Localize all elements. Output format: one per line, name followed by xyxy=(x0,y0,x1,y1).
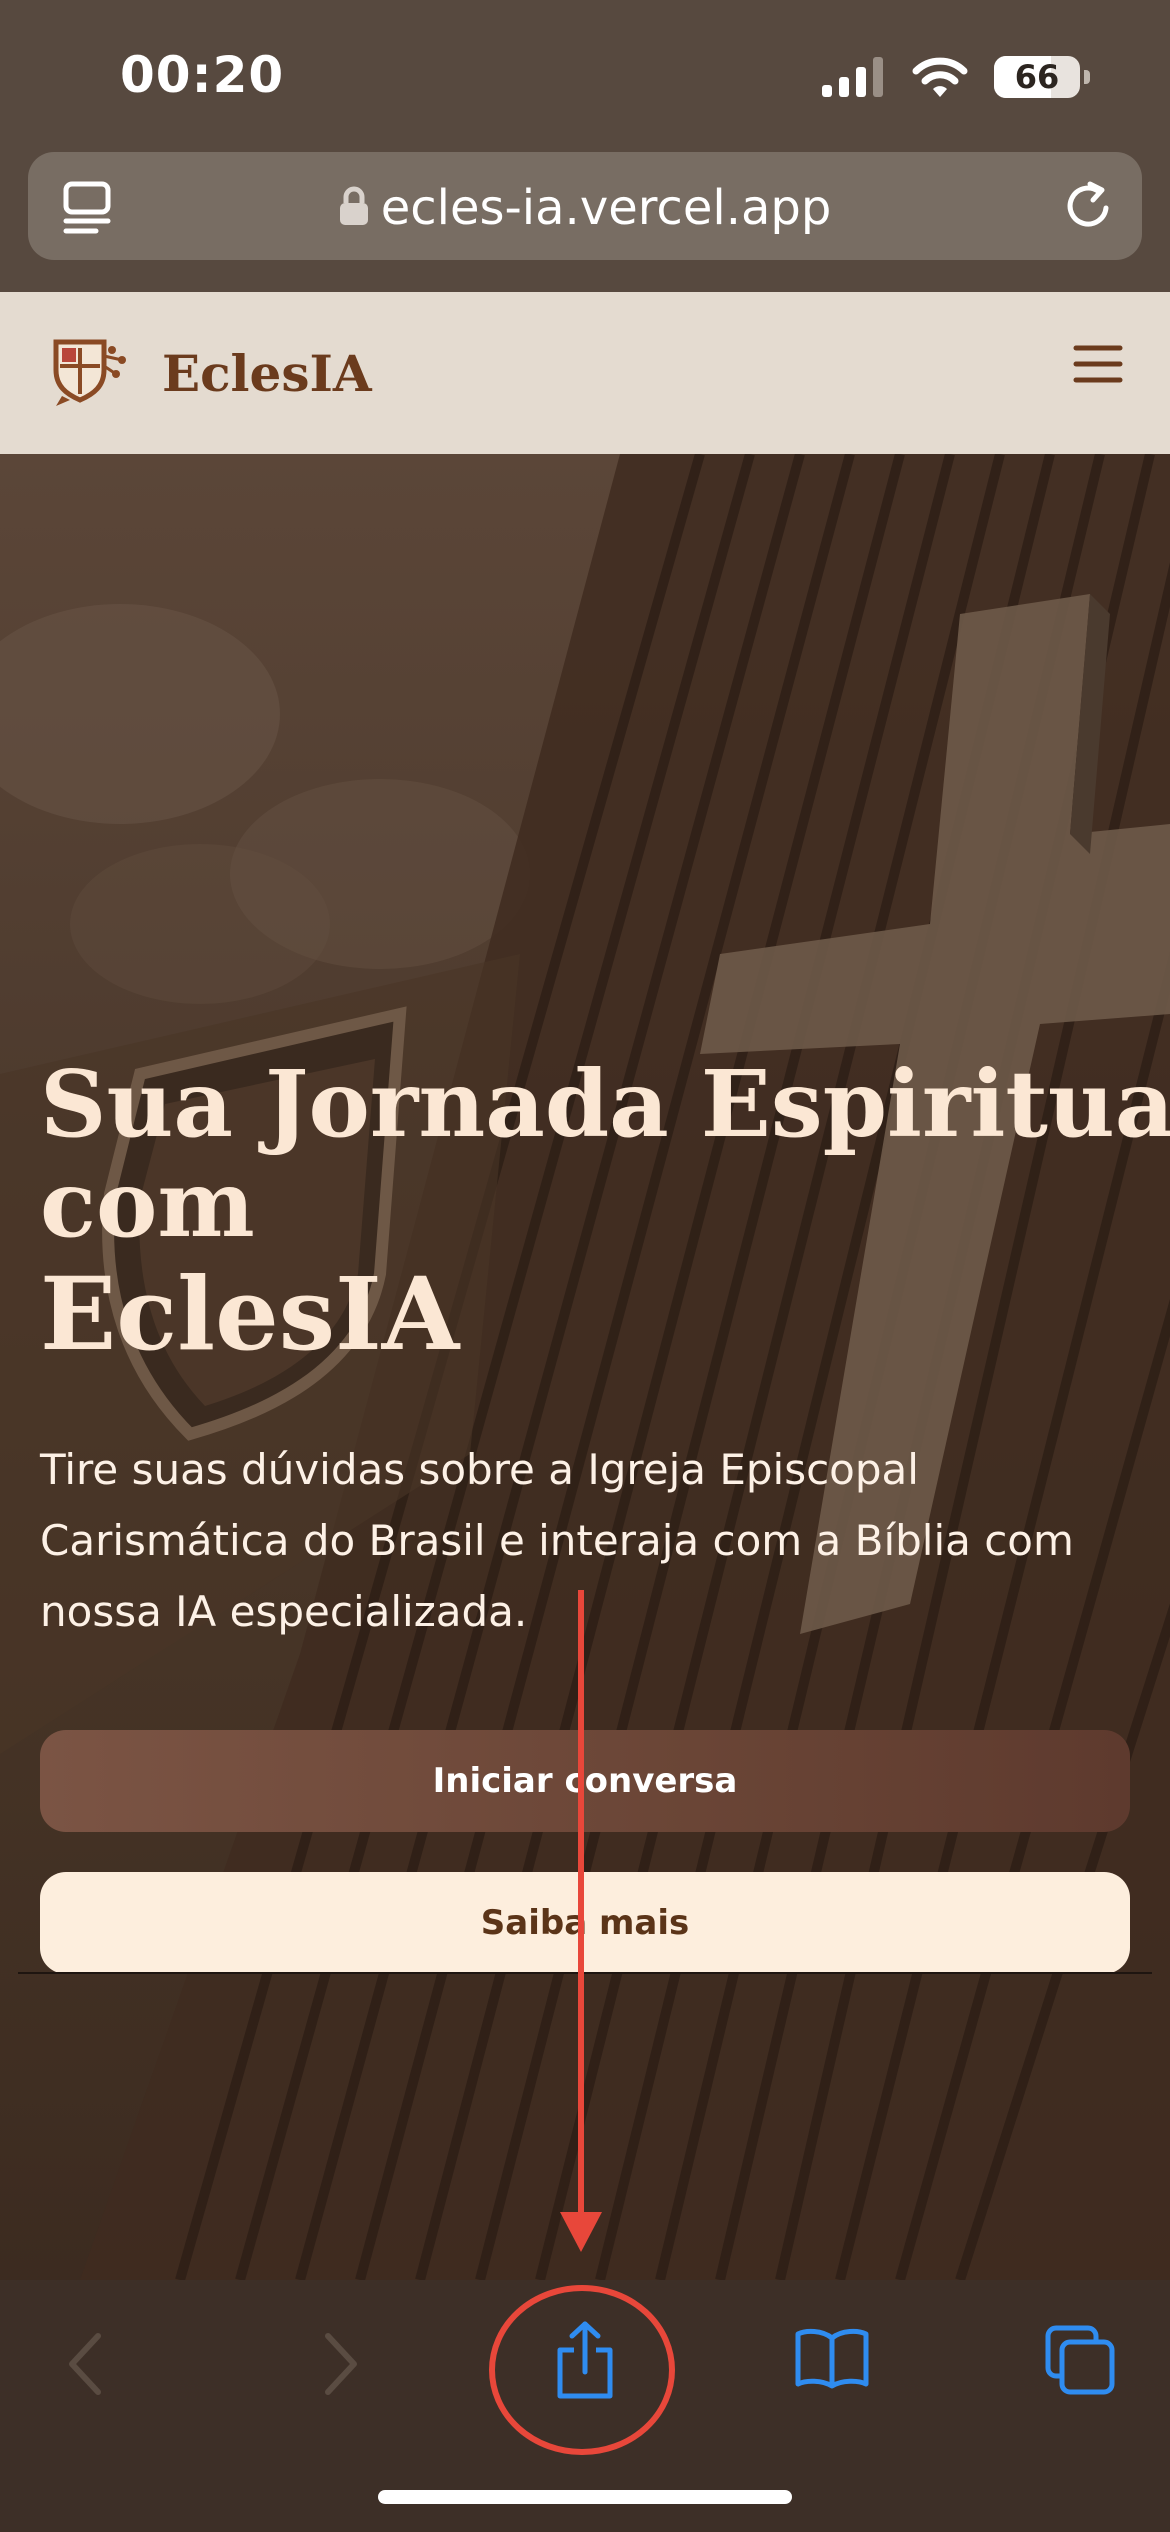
hero-title-line2: com xyxy=(40,1150,255,1258)
safari-bottom-toolbar xyxy=(0,2280,1170,2532)
forward-icon[interactable] xyxy=(320,2332,360,2396)
url-text: ecles-ia.vercel.app xyxy=(380,180,832,236)
hamburger-menu-icon[interactable] xyxy=(1072,342,1124,386)
start-conversation-button[interactable]: Iniciar conversa xyxy=(40,1730,1130,1832)
logo-icon[interactable] xyxy=(50,336,134,408)
browser-address-area: ecles-ia.vercel.app xyxy=(0,150,1170,292)
cellular-signal-icon xyxy=(822,57,883,97)
bookmarks-icon[interactable] xyxy=(794,2326,870,2390)
site-header: EclesIA xyxy=(0,292,1170,454)
hero-title-line1: Sua Jornada Espiritual xyxy=(40,1050,1170,1158)
home-indicator xyxy=(378,2490,792,2504)
status-time: 00:20 xyxy=(120,46,285,104)
status-icons: 66 xyxy=(822,56,1090,98)
hero-title: Sua Jornada Espiritual com EclesIA xyxy=(40,1050,1170,1374)
status-bar: 00:20 66 xyxy=(0,0,1170,150)
brand-name[interactable]: EclesIA xyxy=(162,344,372,403)
battery-indicator: 66 xyxy=(994,56,1080,98)
share-icon[interactable] xyxy=(552,2320,618,2400)
reload-icon[interactable] xyxy=(1062,180,1114,232)
address-bar[interactable]: ecles-ia.vercel.app xyxy=(28,152,1142,260)
wifi-icon xyxy=(912,57,968,97)
battery-percent: 66 xyxy=(1014,58,1060,96)
divider xyxy=(18,1972,1152,1974)
back-icon[interactable] xyxy=(66,2332,106,2396)
hero-title-line3: EclesIA xyxy=(40,1255,460,1373)
lock-icon xyxy=(339,186,368,225)
hero-description: Tire suas dúvidas sobre a Igreja Episcop… xyxy=(40,1445,1074,1636)
learn-more-button[interactable]: Saiba mais xyxy=(40,1872,1130,1974)
hero-section: Sua Jornada Espiritual com EclesIA Tire … xyxy=(0,454,1170,2280)
tabs-icon[interactable] xyxy=(1044,2324,1116,2396)
url-display[interactable]: ecles-ia.vercel.app xyxy=(28,180,1142,236)
